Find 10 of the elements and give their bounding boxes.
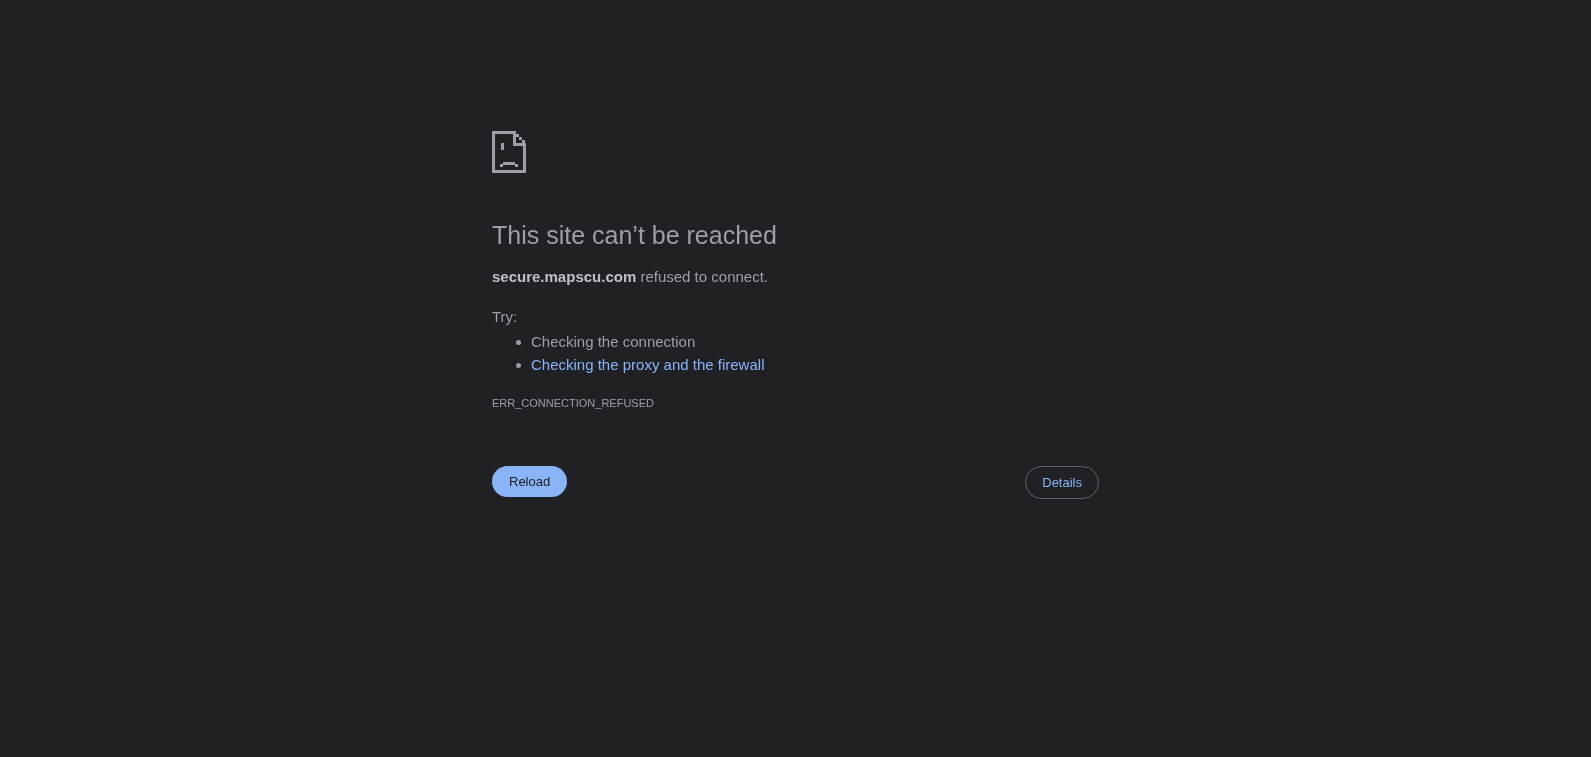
suggestion-link[interactable]: Checking the proxy and the firewall	[531, 355, 765, 375]
error-heading: This site can’t be reached	[492, 220, 777, 250]
error-message: secure.mapscu.com refused to connect.	[492, 267, 768, 287]
sad-document-icon	[492, 131, 526, 173]
suggestion-text: Checking the connection	[531, 332, 696, 352]
error-code: ERR_CONNECTION_REFUSED	[492, 396, 654, 411]
bullet-icon	[516, 339, 521, 345]
suggestions-label: Try:	[492, 307, 518, 327]
bullet-icon	[516, 362, 521, 368]
reload-button[interactable]: Reload	[492, 466, 568, 497]
